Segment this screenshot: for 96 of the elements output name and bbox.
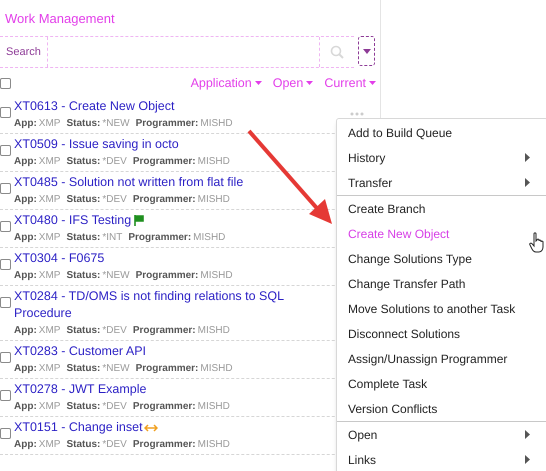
- field-value: *INT: [102, 231, 122, 244]
- caret-icon: [369, 81, 376, 85]
- checkbox[interactable]: [0, 78, 11, 88]
- menu-item[interactable]: Add to Build Queue: [337, 120, 546, 145]
- checkbox[interactable]: [0, 352, 11, 363]
- field-label: Status:: [66, 269, 100, 282]
- field-label: App:: [14, 155, 37, 168]
- search-icon: [330, 45, 344, 59]
- field-label: Status:: [66, 155, 100, 168]
- field-value: *NEW: [102, 362, 130, 375]
- field-value: XMP: [38, 117, 60, 130]
- field-value: *NEW: [102, 117, 130, 130]
- checkbox[interactable]: [0, 183, 11, 194]
- field-value: XMP: [38, 324, 60, 337]
- task-link[interactable]: XT0278 - JWT Example: [14, 381, 146, 398]
- field-label: Programmer:: [132, 155, 196, 168]
- task-link[interactable]: XT0283 - Customer API: [14, 343, 146, 360]
- field-value: *DEV: [102, 400, 127, 413]
- checkbox[interactable]: [0, 221, 11, 232]
- field-value: XMP: [38, 269, 60, 282]
- menu-item[interactable]: Change Transfer Path: [337, 271, 546, 296]
- field-value: MISHD: [193, 231, 226, 244]
- field-value: *NEW: [102, 269, 130, 282]
- checkbox[interactable]: [0, 390, 11, 401]
- field-label: App:: [14, 269, 37, 282]
- field-label: App:: [14, 117, 37, 130]
- field-label: App:: [14, 362, 37, 375]
- menu-item[interactable]: Create New Object: [337, 221, 546, 246]
- field-label: Programmer:: [132, 438, 196, 451]
- field-value: XMP: [38, 362, 60, 375]
- field-value: MISHD: [198, 155, 230, 168]
- field-label: Status:: [66, 362, 100, 375]
- field-value: *DEV: [102, 155, 127, 168]
- field-value: XMP: [38, 438, 60, 451]
- field-label: Programmer:: [132, 324, 196, 337]
- field-label: App:: [14, 193, 37, 206]
- menu-item[interactable]: Transfer: [337, 170, 546, 195]
- field-value: MISHD: [200, 117, 233, 130]
- caret-icon: [254, 81, 262, 85]
- checkbox[interactable]: [0, 259, 11, 270]
- field-value: XMP: [38, 231, 60, 244]
- task-link[interactable]: XT0509 - Issue saving in octo: [14, 136, 179, 153]
- field-label: App:: [14, 438, 37, 451]
- field-label: Status:: [66, 117, 100, 130]
- field-value: XMP: [38, 400, 60, 413]
- caret-icon: [306, 81, 314, 85]
- field-label: Status:: [66, 231, 100, 244]
- menu-item[interactable]: Complete Task: [337, 371, 546, 396]
- field-label: App:: [14, 231, 37, 244]
- more-icon: [350, 112, 364, 116]
- field-value: MISHD: [200, 362, 233, 375]
- field-label: Programmer:: [136, 269, 198, 282]
- task-link[interactable]: XT0613 - Create New Object: [14, 98, 174, 115]
- field-label: Status:: [66, 400, 100, 413]
- field-label: Status:: [66, 438, 100, 451]
- menu-item[interactable]: History: [337, 145, 546, 170]
- checkbox[interactable]: [0, 145, 11, 156]
- checkbox[interactable]: [0, 107, 11, 118]
- field-label: Status:: [66, 324, 100, 337]
- menu-item[interactable]: Move Solutions to another Task: [337, 296, 546, 321]
- field-label: Programmer:: [128, 231, 192, 244]
- field-label: Status:: [66, 193, 100, 206]
- field-value: MISHD: [198, 400, 230, 413]
- field-value: *DEV: [102, 324, 127, 337]
- menu-item[interactable]: Assign/Unassign Programmer: [337, 346, 546, 371]
- field-label: Programmer:: [136, 362, 198, 375]
- dropdown-button[interactable]: [358, 36, 375, 66]
- field-value: MISHD: [198, 193, 230, 206]
- field-value: XMP: [38, 155, 60, 168]
- field-label: App:: [14, 400, 37, 413]
- search-label: Search: [0, 37, 48, 67]
- field-value: MISHD: [198, 438, 230, 451]
- checkbox[interactable]: [0, 297, 11, 308]
- menu-item[interactable]: Create Branch: [337, 196, 546, 221]
- menu-item[interactable]: Open: [337, 422, 546, 447]
- task-link[interactable]: XT0485 - Solution not written from flat file: [14, 174, 244, 191]
- menu-item[interactable]: Change Solutions Type: [337, 246, 546, 271]
- field-value: MISHD: [200, 269, 233, 282]
- menu-item[interactable]: Links: [337, 447, 546, 471]
- task-link[interactable]: XT0480 - IFS Testing: [14, 212, 132, 229]
- checkbox[interactable]: [0, 428, 11, 439]
- caret-icon: [362, 48, 370, 54]
- task-link[interactable]: XT0284 - TD/OMS is not finding relations to SQL Procedure: [14, 288, 314, 322]
- field-value: XMP: [38, 193, 60, 206]
- field-value: MISHD: [198, 324, 230, 337]
- field-label: App:: [14, 324, 37, 337]
- menu-item[interactable]: Disconnect Solutions: [337, 321, 546, 346]
- page-title: Work Management: [4, 10, 116, 28]
- field-label: Programmer:: [136, 117, 198, 130]
- field-label: Programmer:: [132, 193, 196, 206]
- menu-item[interactable]: Version Conflicts: [337, 396, 546, 421]
- field-value: *DEV: [102, 438, 127, 451]
- field-label: Programmer:: [132, 400, 196, 413]
- task-link[interactable]: XT0304 - F0675: [14, 250, 104, 267]
- task-link[interactable]: XT0151 - Change inset: [14, 419, 143, 436]
- field-value: *DEV: [102, 193, 127, 206]
